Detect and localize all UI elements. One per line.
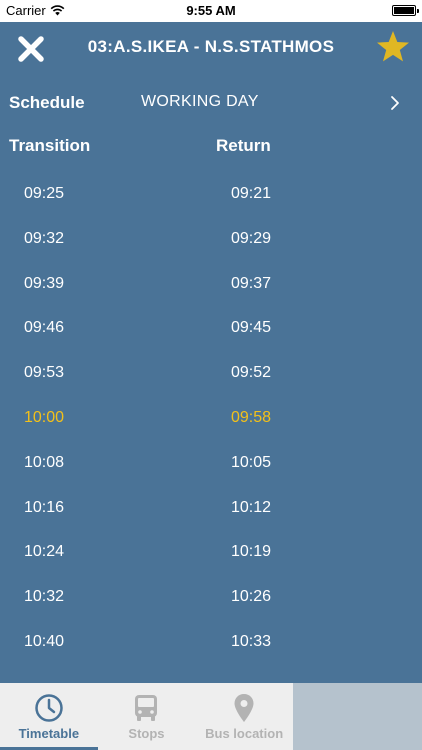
battery-icon [392, 5, 419, 16]
return-time: 09:45 [231, 319, 272, 337]
timetable-row: 09:39 09:37 [0, 263, 422, 308]
timetable-row: 10:08 10:05 [0, 442, 422, 487]
timetable-row: 10:40 10:33 [0, 621, 422, 666]
route-title: 03:A.S.IKEA - N.S.STATHMOS [87, 37, 335, 56]
transition-time: 10:32 [24, 588, 65, 606]
transition-time: 10:24 [24, 543, 65, 561]
timetable-row: 09:32 09:29 [0, 218, 422, 263]
favorite-star-icon[interactable] [374, 28, 412, 66]
timetable-row: 09:46 09:45 [0, 307, 422, 352]
clock-icon [35, 694, 63, 722]
tab-bar: Timetable Stops Bus location [0, 683, 422, 750]
close-icon[interactable] [14, 32, 48, 66]
return-time: 09:21 [231, 185, 272, 202]
timetable-row: 09:25 09:21 [0, 173, 422, 218]
transition-time: 09:46 [24, 319, 65, 337]
route-header: 03:A.S.IKEA - N.S.STATHMOS [0, 22, 422, 74]
tab-label: Timetable [18, 726, 80, 741]
schedule-label: Schedule [9, 93, 85, 112]
timetable-row: 10:16 10:12 [0, 487, 422, 532]
transition-time: 09:53 [24, 364, 65, 382]
return-time: 10:26 [231, 588, 272, 606]
transition-time: 10:00 [24, 408, 65, 426]
transition-time: 09:25 [24, 185, 65, 202]
transition-time: 09:39 [24, 274, 65, 292]
timetable-row: 10:32 10:26 [0, 576, 422, 621]
return-column-header: Return [216, 136, 271, 155]
return-time: 09:58 [231, 408, 272, 426]
timetable-list: 09:25 09:21 09:32 09:29 09:39 09:37 09:4… [0, 173, 422, 666]
return-time: 10:05 [231, 453, 272, 471]
return-time: 10:19 [231, 543, 272, 561]
chevron-right-icon [391, 96, 399, 110]
status-bar: Carrier 9:55 AM [0, 0, 422, 22]
status-time: 9:55 AM [186, 3, 236, 18]
transition-time: 10:40 [24, 632, 65, 650]
return-time: 10:33 [231, 632, 272, 650]
tab-stops[interactable]: Stops [98, 683, 196, 750]
return-time: 09:37 [231, 274, 272, 292]
transition-time: 09:32 [24, 229, 65, 247]
location-pin-icon [234, 694, 254, 722]
timetable-row-current: 10:00 09:58 [0, 397, 422, 442]
transition-column-header: Transition [9, 136, 91, 155]
transition-time: 10:16 [24, 498, 65, 516]
tab-bus-location[interactable]: Bus location [195, 683, 293, 750]
schedule-selector[interactable]: Schedule WORKING DAY [0, 82, 422, 124]
return-time: 09:52 [231, 364, 272, 382]
schedule-value: WORKING DAY [141, 93, 259, 110]
tab-timetable[interactable]: Timetable [0, 683, 98, 750]
bus-icon [135, 695, 158, 721]
tab-label: Bus location [205, 726, 284, 741]
timetable-row: 09:53 09:52 [0, 352, 422, 397]
tab-label: Stops [128, 726, 165, 741]
tab-group: Timetable Stops Bus location [0, 683, 293, 750]
timetable-row: 10:24 10:19 [0, 531, 422, 576]
return-time: 09:29 [231, 229, 272, 247]
transition-time: 10:08 [24, 453, 65, 471]
return-time: 10:12 [231, 498, 272, 516]
